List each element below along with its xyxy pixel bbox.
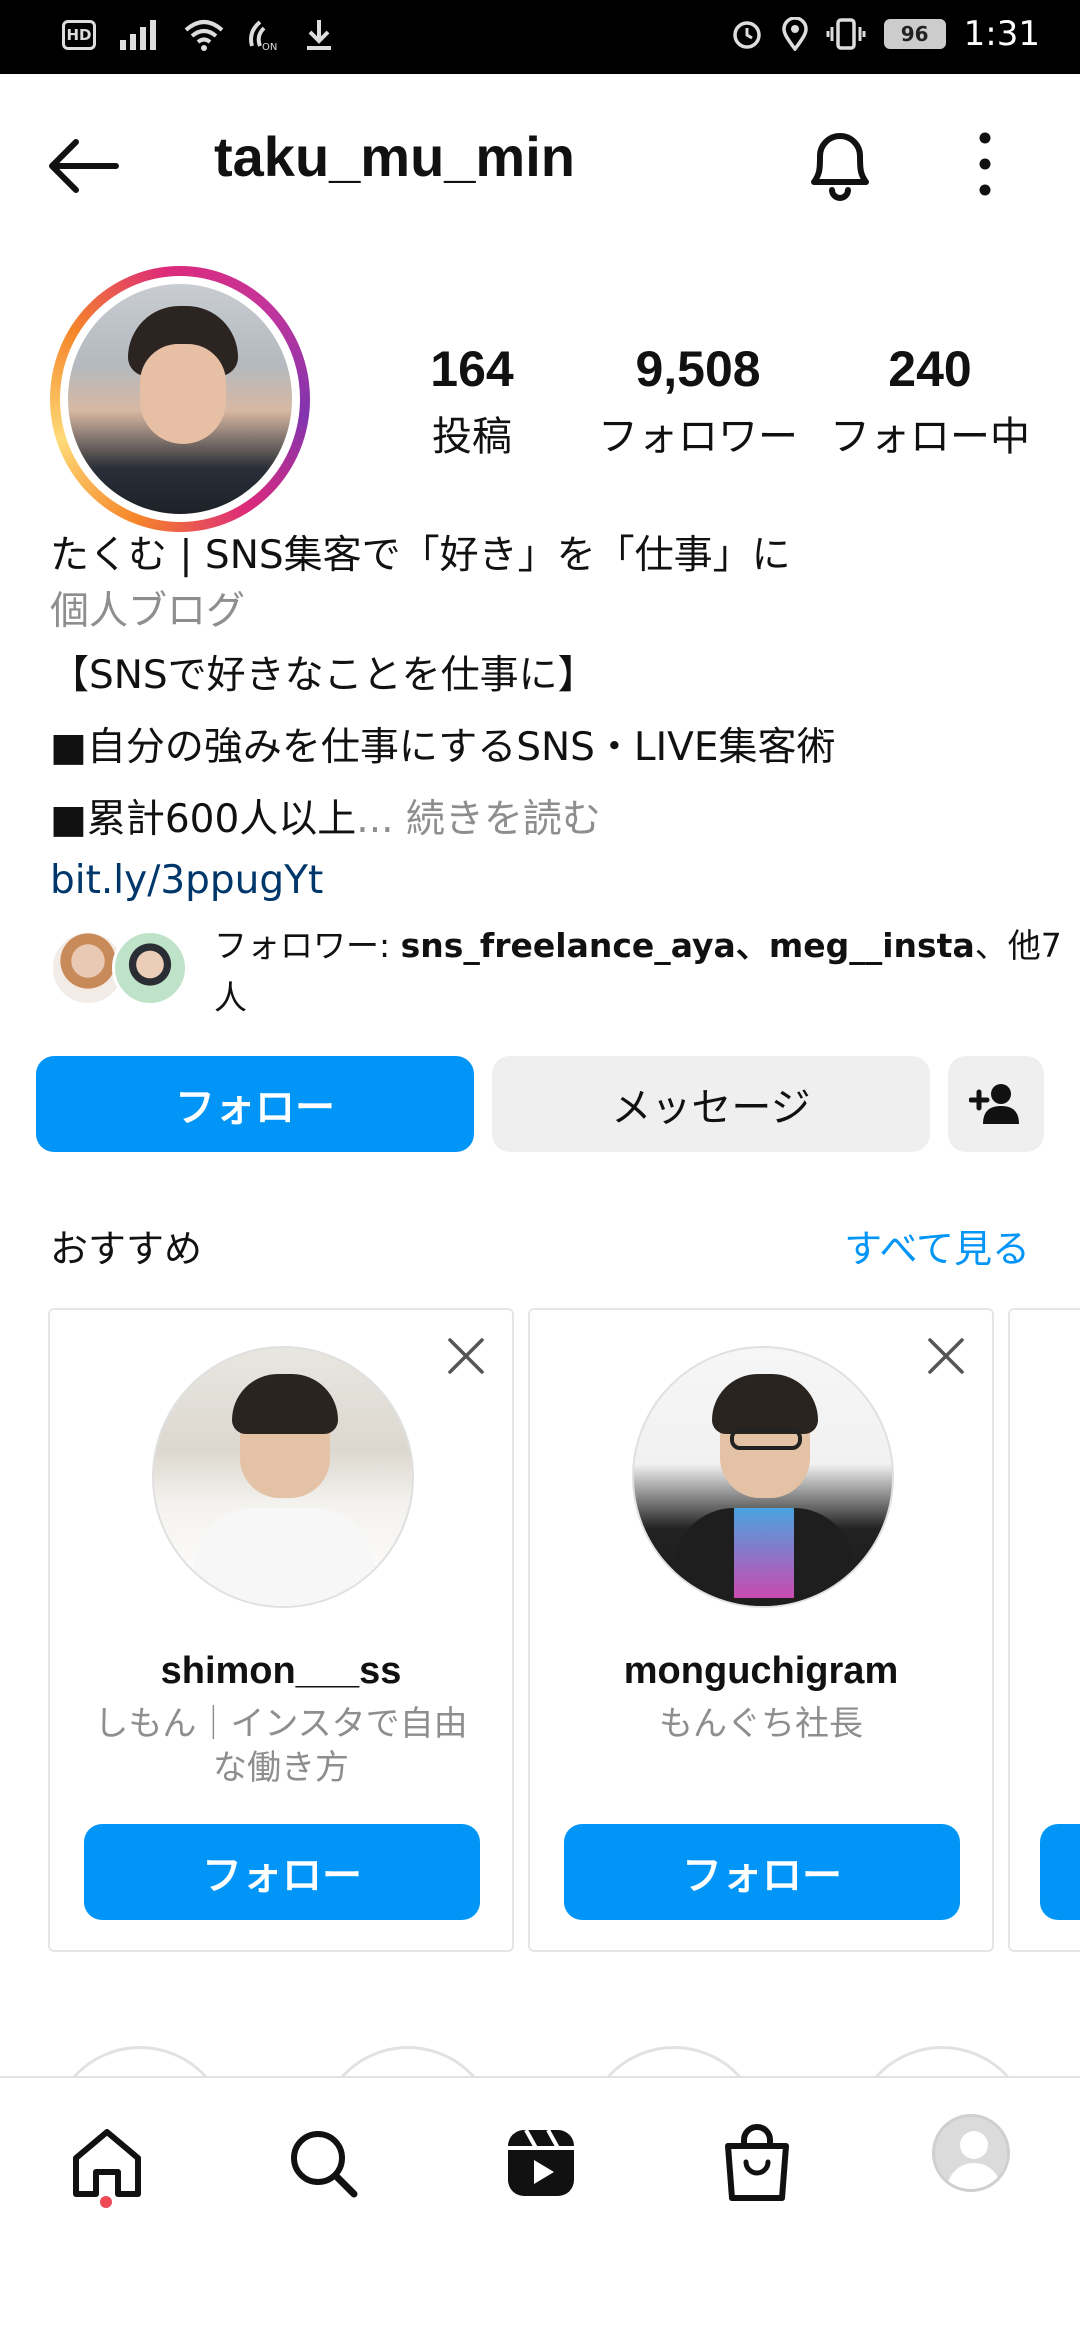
posts-label: 投稿: [432, 414, 512, 460]
suggestion-avatar[interactable]: [152, 1346, 414, 1608]
following-count: 240: [888, 341, 972, 397]
display-name: たくむ | SNS集客で「好き」を「仕事」に: [50, 533, 791, 578]
suggestion-card-partial[interactable]: [1008, 1308, 1080, 1952]
bottom-nav: [0, 2076, 1080, 2340]
follow-button[interactable]: フォロー: [36, 1056, 474, 1152]
more-vertical-icon[interactable]: [950, 124, 1020, 204]
battery-indicator: 96: [883, 19, 946, 49]
bio-link[interactable]: bit.ly/3ppugYt: [50, 856, 1050, 906]
hd-badge: HD: [62, 20, 96, 50]
stat-following[interactable]: 240 フォロー中: [820, 340, 1040, 462]
profile-bio: たくむ | SNS集客で「好き」を「仕事」に 個人ブログ 【SNSで好きなことを…: [50, 528, 1050, 906]
wifi-icon: [184, 20, 224, 51]
vibrate-icon: [826, 18, 866, 50]
posts-count: 164: [430, 341, 514, 397]
search-icon[interactable]: [278, 2118, 368, 2208]
close-icon[interactable]: [924, 1334, 968, 1378]
back-arrow-icon[interactable]: [44, 126, 124, 206]
status-bar: HD ON 96 1:31: [0, 0, 1080, 74]
bio-line-text: ■累計600人以上: [50, 797, 357, 842]
suggestion-username[interactable]: monguchigram: [530, 1650, 992, 1693]
followed-by-text: フォロワー: sns_freelance_aya、meg__insta、他7人: [214, 926, 1062, 1017]
download-icon: [307, 20, 331, 50]
highlights-peek: [0, 2040, 1080, 2080]
shopping-bag-icon[interactable]: [712, 2118, 802, 2208]
status-left: HD ON: [62, 18, 334, 52]
home-icon[interactable]: [62, 2118, 152, 2208]
suggestion-follow-button[interactable]: [1040, 1824, 1080, 1920]
suggestion-username[interactable]: shimon___ss: [50, 1650, 512, 1693]
suggested-users-button[interactable]: [948, 1056, 1044, 1152]
see-all-link[interactable]: すべて見る: [844, 1218, 1030, 1273]
suggestion-subtitle: しもん｜インスタで自由な働き方: [94, 1704, 468, 1788]
svg-text:ON: ON: [262, 42, 277, 52]
stat-followers[interactable]: 9,508 フォロワー: [588, 340, 808, 462]
profile-tab-avatar[interactable]: [932, 2114, 1010, 2192]
signal-icon: [120, 20, 156, 50]
home-notification-dot: [100, 2196, 112, 2208]
profile-header: taku_mu_min: [0, 74, 1080, 244]
category-label: 個人ブログ: [50, 589, 246, 634]
reels-icon[interactable]: [496, 2118, 586, 2208]
followers-count: 9,508: [635, 341, 761, 397]
bio-line: 【SNSで好きなことを仕事に】: [50, 653, 597, 698]
followed-by-names: sns_freelance_aya、meg__insta: [400, 926, 975, 965]
nfc-icon: ON: [249, 20, 277, 52]
followers-label: フォロワー: [598, 414, 798, 460]
bell-icon[interactable]: [800, 118, 880, 208]
profile-username: taku_mu_min: [214, 125, 575, 188]
person-add-icon: [969, 1084, 1019, 1124]
suggestion-follow-button[interactable]: フォロー: [84, 1824, 480, 1920]
bio-line: ■累計600人以上... 続きを読む: [50, 784, 1050, 856]
bio-line: ■自分の強みを仕事にするSNS・LIVE集客術: [50, 725, 836, 770]
status-right: 96 1:31: [730, 14, 1040, 54]
followed-by-avatars: [50, 930, 190, 1010]
suggestion-card[interactable]: shimon___ss しもん｜インスタで自由な働き方 フォロー: [48, 1308, 514, 1952]
stat-posts[interactable]: 164 投稿: [404, 340, 540, 462]
location-icon: [781, 17, 808, 51]
suggestion-card[interactable]: monguchigram もんぐち社長 フォロー: [528, 1308, 994, 1952]
close-icon[interactable]: [444, 1334, 488, 1378]
read-more-link[interactable]: 続きを読む: [406, 797, 601, 842]
bio-ellipsis: ...: [356, 797, 394, 842]
suggestion-follow-button[interactable]: フォロー: [564, 1824, 960, 1920]
followed-by[interactable]: フォロワー: sns_freelance_aya、meg__insta、他7人: [50, 920, 1062, 1030]
message-button[interactable]: メッセージ: [492, 1056, 930, 1152]
suggestion-avatar[interactable]: [632, 1346, 894, 1608]
status-time: 1:31: [963, 14, 1040, 54]
suggestion-subtitle: もんぐち社長: [659, 1704, 863, 1744]
avatar: [112, 930, 188, 1006]
following-label: フォロー中: [830, 414, 1030, 460]
profile-photo: [68, 284, 292, 514]
profile-avatar[interactable]: [50, 266, 310, 532]
alarm-icon: [732, 21, 761, 49]
suggestions-title: おすすめ: [50, 1227, 203, 1271]
